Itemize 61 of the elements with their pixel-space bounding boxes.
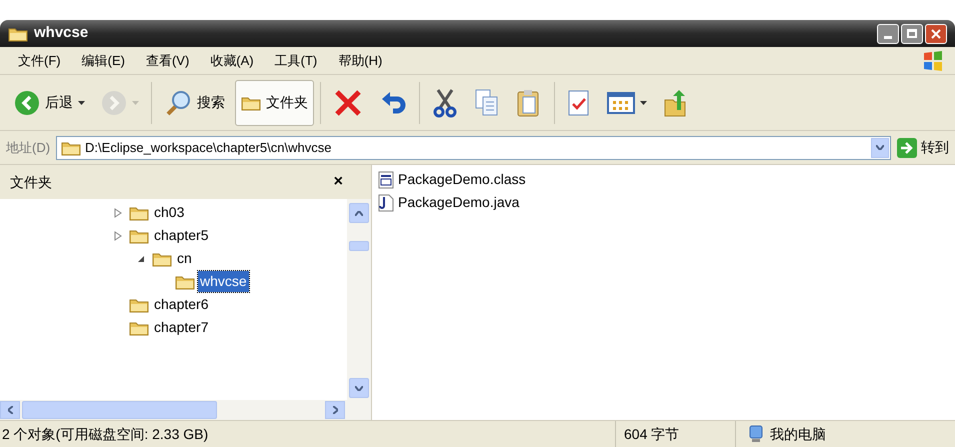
address-folder-icon (61, 140, 82, 156)
menu-item[interactable]: 查看(V) (138, 50, 198, 70)
folder-icon (129, 204, 149, 220)
status-size: 604 字节 (615, 421, 735, 447)
scroll-thumb[interactable] (349, 241, 369, 251)
back-button[interactable]: 后退 (8, 80, 91, 126)
tree-item[interactable]: chapter7 (152, 317, 210, 338)
chevron-down-icon (876, 145, 884, 150)
menu-item[interactable]: 帮助(H) (330, 50, 390, 70)
folder-icon (152, 250, 172, 266)
tree-item[interactable]: chapter6 (152, 294, 210, 315)
address-label: 地址(D) (6, 138, 50, 157)
chevron-up-icon (355, 210, 363, 216)
expand-arrow-icon[interactable] (114, 230, 122, 240)
close-panel-button[interactable]: × (334, 170, 343, 194)
folders-button[interactable]: 文件夹 (235, 80, 314, 126)
checked-document-icon (567, 88, 591, 116)
address-field[interactable]: D:\Eclipse_workspace\chapter5\cn\whvcse (56, 136, 891, 160)
tree-item[interactable]: whvcse (198, 271, 249, 292)
chevron-right-icon (332, 406, 338, 414)
java-file-icon (378, 194, 394, 212)
go-button[interactable]: 转到 (897, 137, 949, 158)
computer-icon (748, 425, 764, 443)
status-objects: 2 个对象(可用磁盘空间: 2.33 GB) (1, 424, 210, 444)
chevron-left-icon (8, 406, 12, 414)
window-folder-icon (8, 26, 28, 42)
close-x-icon (931, 28, 941, 38)
menu-item[interactable]: 文件(F) (10, 50, 69, 70)
dropdown-button[interactable] (871, 138, 889, 158)
maximize-button[interactable] (901, 24, 923, 44)
view-grid-icon (607, 90, 635, 114)
tree-item[interactable]: chapter5 (152, 225, 210, 246)
expand-arrow-icon[interactable] (114, 208, 122, 218)
window-title: whvcse (34, 23, 88, 44)
panel-title: 文件夹 (10, 172, 52, 192)
class-file-icon (378, 170, 394, 188)
horizontal-scrollbar[interactable] (0, 400, 371, 420)
menu-item[interactable]: 工具(T) (266, 50, 326, 70)
tree-item[interactable]: ch03 (152, 202, 186, 223)
status-zone: 我的电脑 (770, 424, 826, 444)
folder-icon (129, 320, 149, 336)
menu-item[interactable]: 编辑(E) (74, 50, 133, 70)
folder-icon (129, 296, 149, 312)
tree-item[interactable]: cn (175, 248, 194, 269)
scissors-icon (432, 88, 458, 118)
vertical-scrollbar[interactable] (347, 199, 371, 400)
collapse-arrow-icon[interactable] (137, 254, 145, 262)
folder-icon (129, 228, 149, 244)
chevron-down-icon (355, 386, 363, 390)
search-icon (164, 88, 192, 116)
copy-icon (474, 88, 500, 118)
file-name[interactable]: PackageDemo.java (398, 192, 520, 213)
search-button[interactable]: 搜索 (158, 80, 231, 126)
windows-flag-icon (921, 48, 945, 72)
file-name[interactable]: PackageDemo.class (398, 169, 526, 190)
minimize-button[interactable] (877, 24, 899, 44)
delete-x-icon (333, 88, 363, 116)
scroll-thumb[interactable] (22, 401, 217, 419)
folder-icon (175, 274, 195, 290)
close-button[interactable] (925, 24, 947, 44)
menu-item[interactable]: 收藏(A) (202, 50, 262, 70)
